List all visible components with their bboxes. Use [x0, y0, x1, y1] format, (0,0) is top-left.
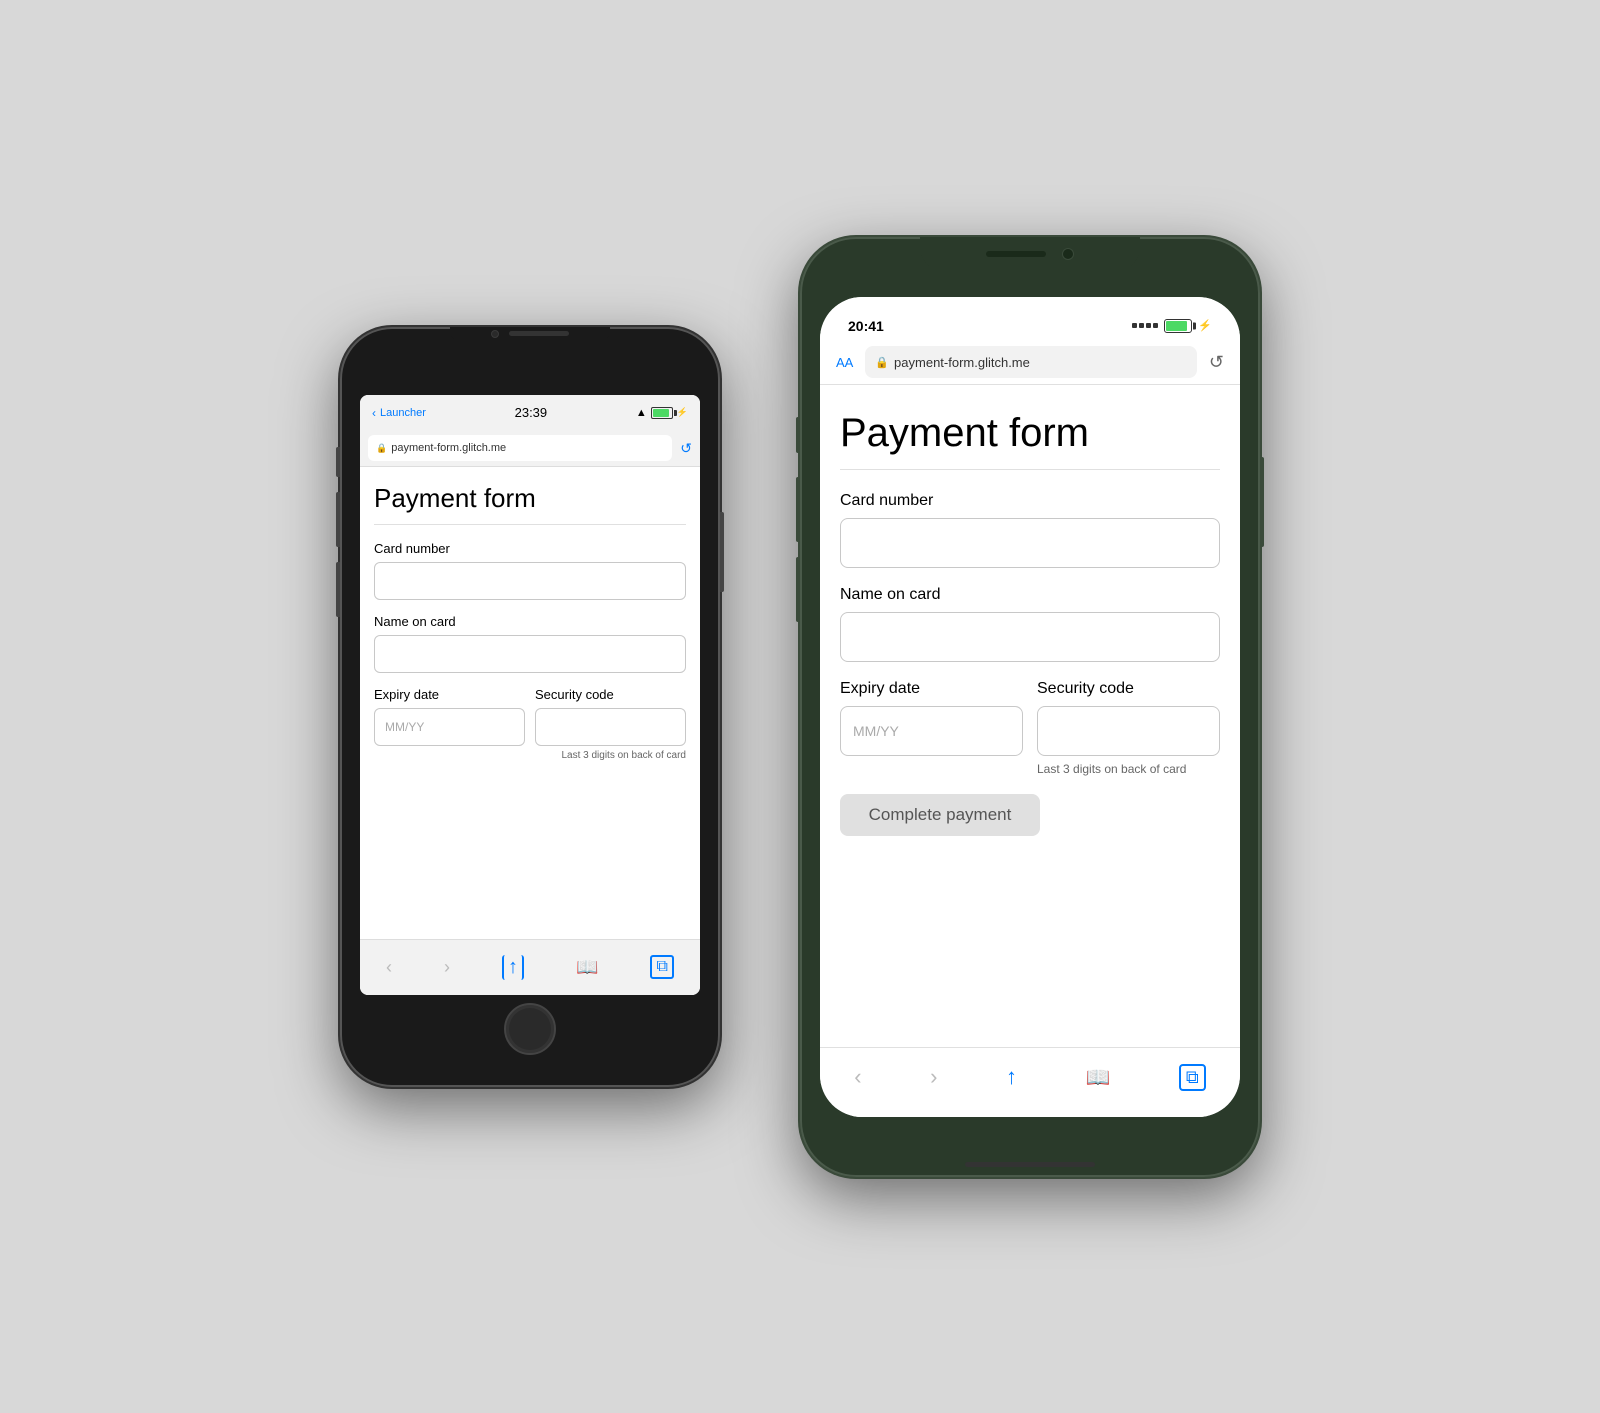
address-input-large[interactable]: 🔒 payment-form.glitch.me — [865, 346, 1197, 378]
phone2-time: 20:41 — [848, 318, 884, 334]
forward-nav-icon-2[interactable]: › — [930, 1064, 937, 1090]
card-number-label-small: Card number — [374, 541, 686, 556]
card-number-label-large: Card number — [840, 492, 1220, 510]
bottom-row-large: Expiry date MM/YY Security code Last 3 d… — [840, 680, 1220, 776]
form-title-large: Payment form — [840, 409, 1220, 457]
phone2-camera — [1062, 248, 1074, 260]
status-left: ‹ Launcher — [372, 406, 426, 420]
phone1-bottom-bar: ‹ › ↑ 📖 ⧉ — [360, 939, 700, 995]
status-time: 23:39 — [515, 405, 548, 420]
volume-up-button — [336, 492, 340, 547]
phone2-address-bar: AA 🔒 payment-form.glitch.me ↺ — [820, 341, 1240, 385]
back-chevron-icon: ‹ — [372, 406, 376, 420]
signal-dot-4 — [1153, 323, 1158, 328]
phone1-content: Payment form Card number Name on card Ex… — [360, 467, 700, 939]
phone2-speaker — [986, 251, 1046, 257]
signal-indicator — [1132, 323, 1158, 328]
phone1-camera — [491, 330, 499, 338]
form-title-small: Payment form — [374, 483, 686, 514]
phone1-device: ‹ Launcher 23:39 ▲ ⚡ 🔒 payment-form.glit… — [340, 327, 720, 1087]
security-col-large: Security code Last 3 digits on back of c… — [1037, 680, 1220, 776]
forward-nav-icon[interactable]: › — [444, 957, 450, 978]
power-button — [720, 512, 724, 592]
phone1-speaker — [509, 331, 569, 336]
status-right: ▲ ⚡ — [636, 407, 688, 419]
home-button[interactable] — [504, 1003, 556, 1055]
expiry-col-large: Expiry date MM/YY — [840, 680, 1023, 756]
url-text-large: payment-form.glitch.me — [894, 355, 1030, 370]
name-on-card-label-small: Name on card — [374, 614, 686, 629]
card-number-input-large[interactable] — [840, 518, 1220, 568]
security-code-label-large: Security code — [1037, 680, 1220, 698]
aa-button[interactable]: AA — [836, 355, 853, 370]
phone2-bottom-bar: ‹ › ↑ 📖 ⧉ — [820, 1047, 1240, 1117]
phone1-screen: ‹ Launcher 23:39 ▲ ⚡ 🔒 payment-form.glit… — [360, 395, 700, 995]
charging-icon-large: ⚡ — [1198, 319, 1212, 332]
name-on-card-label-large: Name on card — [840, 586, 1220, 604]
battery-icon-large — [1164, 319, 1192, 333]
expiry-date-label-small: Expiry date — [374, 687, 525, 702]
signal-dot-1 — [1132, 323, 1137, 328]
volume-down-button2 — [796, 557, 800, 622]
security-code-input-large[interactable] — [1037, 706, 1220, 756]
expiry-placeholder-large: MM/YY — [853, 723, 899, 739]
phone2-device: 20:41 ⚡ AA 🔒 payment-form.glitch.me — [800, 237, 1260, 1177]
phone2-screen: 20:41 ⚡ AA 🔒 payment-form.glitch.me — [820, 297, 1240, 1117]
volume-down-button — [336, 562, 340, 617]
phone2-notch — [920, 237, 1140, 271]
url-text-small: payment-form.glitch.me — [391, 442, 506, 454]
tabs-nav-icon-2[interactable]: ⧉ — [1179, 1064, 1206, 1091]
share-nav-icon[interactable]: ↑ — [502, 955, 524, 980]
expiry-input-large[interactable]: MM/YY — [840, 706, 1023, 756]
phone2-content: Payment form Card number Name on card Ex… — [820, 385, 1240, 1047]
bookmarks-nav-icon-2[interactable]: 📖 — [1085, 1065, 1110, 1090]
form-divider-1 — [374, 524, 686, 525]
expiry-date-label-large: Expiry date — [840, 680, 1023, 698]
address-input-small[interactable]: 🔒 payment-form.glitch.me — [368, 435, 672, 461]
complete-payment-button[interactable]: Complete payment — [840, 794, 1040, 836]
phone1-address-bar: 🔒 payment-form.glitch.me ↺ — [360, 431, 700, 467]
signal-dot-3 — [1146, 323, 1151, 328]
card-number-input-small[interactable] — [374, 562, 686, 600]
bottom-row-small: Expiry date MM/YY Security code Last 3 d… — [374, 687, 686, 761]
form-divider-large-1 — [840, 469, 1220, 470]
back-nav-icon-2[interactable]: ‹ — [854, 1064, 861, 1090]
security-code-label-small: Security code — [535, 687, 686, 702]
home-indicator-large — [965, 1162, 1095, 1167]
security-hint-large: Last 3 digits on back of card — [1037, 762, 1220, 776]
share-nav-icon-2[interactable]: ↑ — [1006, 1064, 1017, 1090]
launcher-text: Launcher — [380, 407, 426, 419]
name-on-card-input-large[interactable] — [840, 612, 1220, 662]
mute-button — [336, 447, 340, 477]
mute-button2 — [796, 417, 800, 453]
bookmarks-nav-icon[interactable]: 📖 — [576, 957, 598, 978]
tabs-nav-icon[interactable]: ⧉ — [650, 955, 673, 979]
refresh-button-small[interactable]: ↺ — [680, 440, 692, 457]
phone2-status-bar: 20:41 ⚡ — [820, 297, 1240, 341]
back-nav-icon[interactable]: ‹ — [386, 957, 392, 978]
phone1-status-bar: ‹ Launcher 23:39 ▲ ⚡ — [360, 395, 700, 431]
expiry-col-small: Expiry date MM/YY — [374, 687, 525, 746]
expiry-placeholder-small: MM/YY — [385, 720, 424, 734]
expiry-input-small[interactable]: MM/YY — [374, 708, 525, 746]
charging-icon: ⚡ — [677, 407, 688, 418]
signal-dot-2 — [1139, 323, 1144, 328]
volume-up-button2 — [796, 477, 800, 542]
security-hint-small: Last 3 digits on back of card — [535, 750, 686, 761]
refresh-button-large[interactable]: ↺ — [1209, 352, 1224, 373]
wifi-icon: ▲ — [636, 407, 647, 419]
power-button2 — [1260, 457, 1264, 547]
phone1-notch — [450, 327, 610, 341]
phone2-status-right: ⚡ — [1132, 319, 1212, 333]
security-col-small: Security code Last 3 digits on back of c… — [535, 687, 686, 761]
name-on-card-input-small[interactable] — [374, 635, 686, 673]
security-code-input-small[interactable] — [535, 708, 686, 746]
lock-icon-small: 🔒 — [376, 443, 387, 454]
battery-icon — [651, 407, 673, 419]
lock-icon-large: 🔒 — [875, 356, 889, 369]
